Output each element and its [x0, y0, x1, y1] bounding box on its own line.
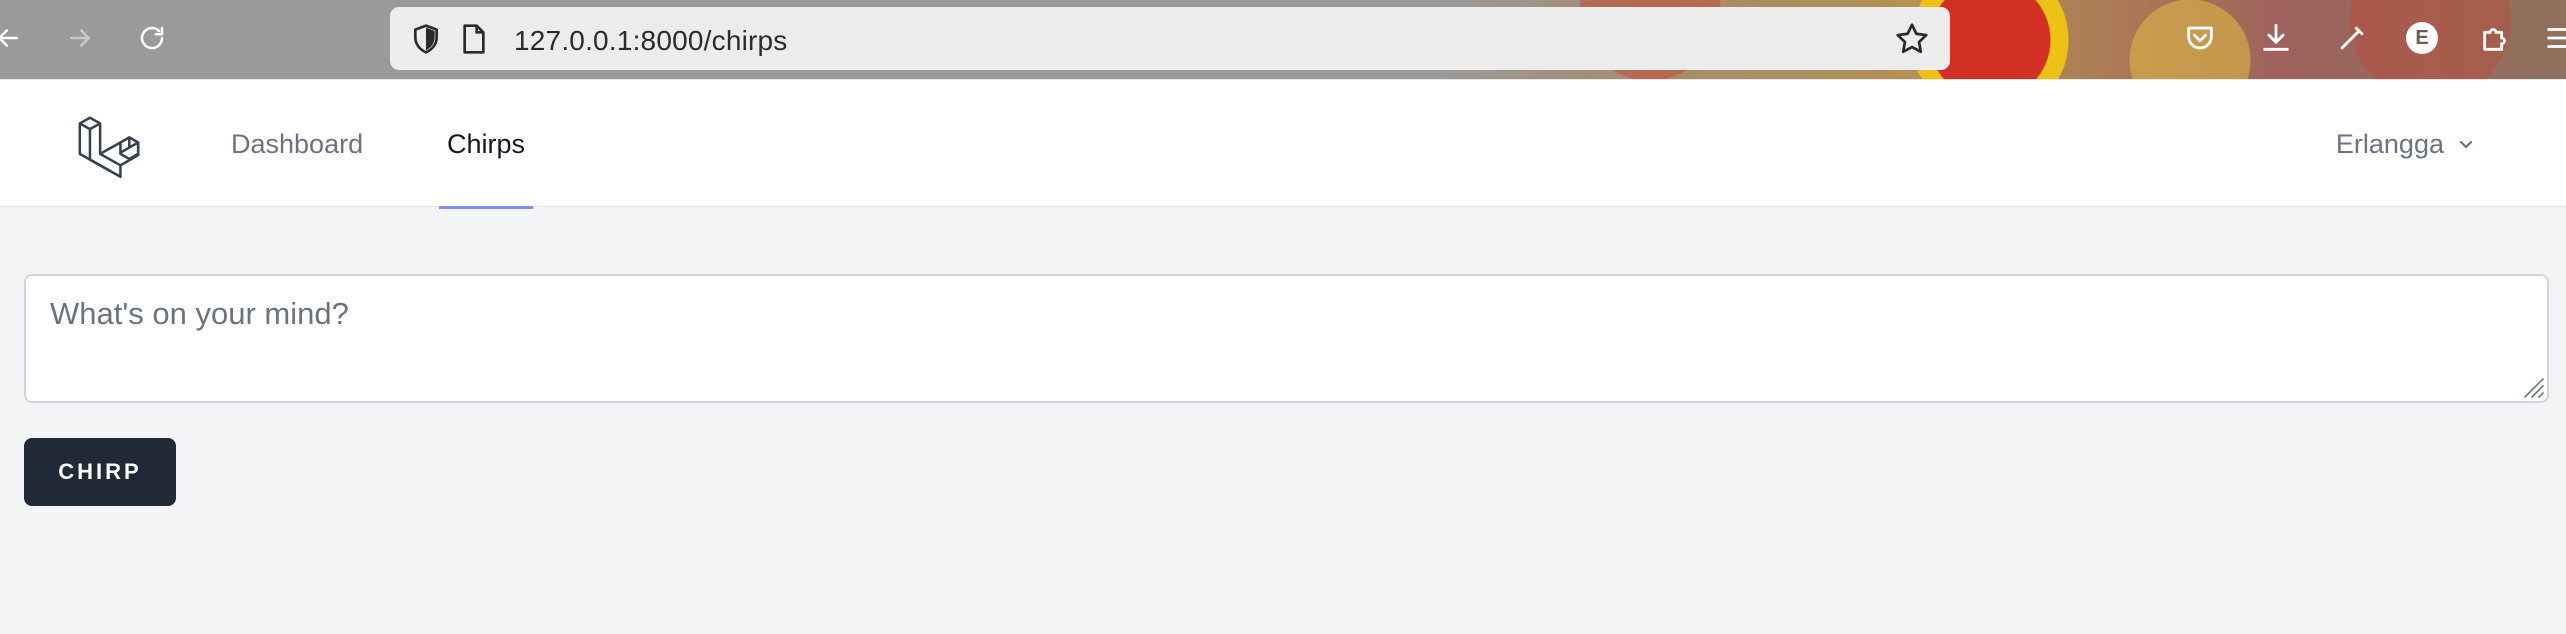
browser-toolbar: 127.0.0.1:8000/chirps E [0, 0, 2566, 79]
user-dropdown-trigger[interactable]: Erlangga [2336, 80, 2476, 208]
nav-link-label: Dashboard [231, 128, 364, 159]
downloads-button[interactable] [2256, 18, 2296, 58]
chevron-down-icon [2459, 140, 2473, 149]
reload-button[interactable] [130, 16, 174, 60]
account-button[interactable]: E [2402, 18, 2442, 58]
forward-button[interactable] [58, 16, 102, 60]
hamburger-menu-icon [2547, 28, 2566, 48]
user-name: Erlangga [2335, 128, 2444, 159]
extensions-button[interactable] [2476, 18, 2516, 58]
laravel-logo-icon[interactable] [76, 112, 142, 178]
reload-icon [140, 26, 164, 50]
nav-link-label: Chirps [447, 128, 526, 159]
wand-icon [2340, 26, 2364, 50]
shield-icon[interactable] [410, 23, 442, 55]
menu-button[interactable] [2540, 18, 2566, 58]
nav-link-chirps[interactable]: Chirps [439, 80, 534, 209]
extension-tool-button[interactable] [2332, 18, 2372, 58]
address-bar[interactable]: 127.0.0.1:8000/chirps [390, 7, 1950, 70]
resize-handle-icon[interactable] [2521, 375, 2545, 399]
star-bookmark-icon[interactable] [1894, 21, 1930, 57]
profile-avatar: E [2406, 22, 2438, 54]
pocket-icon [2187, 26, 2213, 50]
puzzle-icon [2483, 28, 2506, 51]
pocket-button[interactable] [2180, 18, 2220, 58]
back-button[interactable] [0, 16, 30, 60]
download-icon [2263, 23, 2289, 51]
chirp-submit-button[interactable]: CHIRP [24, 438, 176, 506]
chirp-message-input[interactable] [24, 274, 2549, 403]
arrow-right-icon [70, 29, 90, 47]
nav-link-dashboard[interactable]: Dashboard [231, 80, 363, 208]
url-text[interactable]: 127.0.0.1:8000/chirps [514, 25, 788, 57]
arrow-left-icon [0, 29, 18, 47]
page-icon[interactable] [460, 23, 488, 55]
app-navigation: Dashboard Chirps Erlangga [0, 79, 2566, 209]
main-content: CHIRP [0, 207, 2566, 634]
